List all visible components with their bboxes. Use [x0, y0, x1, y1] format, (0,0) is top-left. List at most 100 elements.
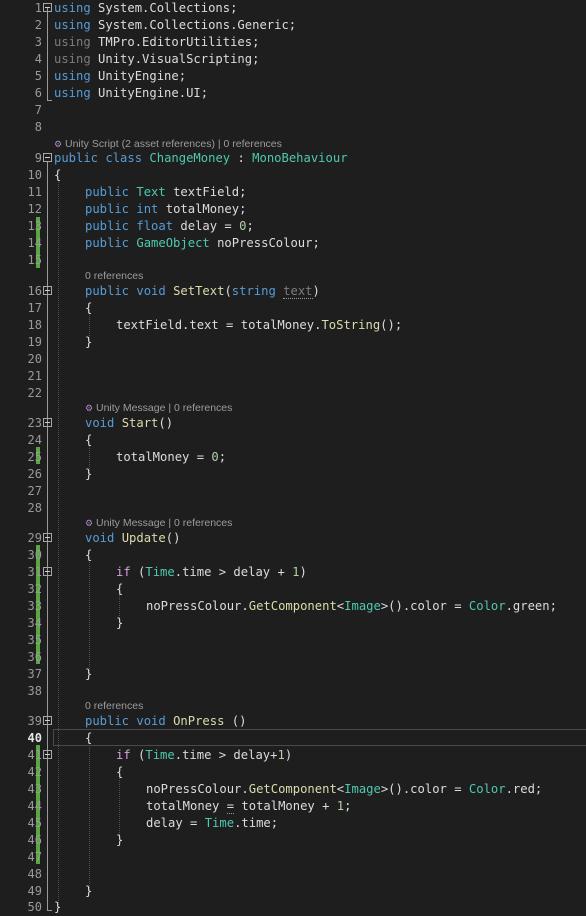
- code-text[interactable]: {: [85, 547, 92, 564]
- code-line[interactable]: 3 using TMPro.EditorUtilities;: [0, 34, 586, 51]
- code-text[interactable]: public Text textField;: [85, 184, 246, 201]
- code-text[interactable]: public void SetText(string text): [85, 283, 320, 300]
- codelens-kind[interactable]: Unity Message: [96, 517, 165, 529]
- code-text[interactable]: using System.Collections;: [54, 0, 237, 17]
- code-text[interactable]: {: [116, 764, 123, 781]
- code-line[interactable]: 8: [0, 119, 586, 136]
- codelens-references[interactable]: 0 references: [174, 402, 232, 414]
- code-text[interactable]: }: [116, 615, 123, 632]
- collapse-icon[interactable]: [43, 567, 52, 576]
- codelens-update[interactable]: ⚙ Unity Message | 0 references: [85, 516, 232, 531]
- code-line[interactable]: 36: [0, 649, 586, 666]
- collapse-icon[interactable]: [43, 750, 52, 759]
- code-line[interactable]: 19}: [0, 334, 586, 351]
- code-line[interactable]: 4 using Unity.VisualScripting;: [0, 51, 586, 68]
- codelens-start[interactable]: ⚙ Unity Message | 0 references: [85, 401, 232, 416]
- code-text[interactable]: public float delay = 0;: [85, 218, 254, 235]
- code-line[interactable]: 41 if (Time.time > delay+1): [0, 747, 586, 764]
- code-line[interactable]: 25 totalMoney = 0;: [0, 449, 586, 466]
- code-text[interactable]: {: [85, 730, 92, 747]
- code-line[interactable]: 43 noPressColour.GetComponent<Image>().co…: [0, 781, 586, 798]
- code-line[interactable]: 12 public int totalMoney;: [0, 201, 586, 218]
- code-line[interactable]: 28: [0, 500, 586, 517]
- code-line[interactable]: 32 {: [0, 581, 586, 598]
- code-line[interactable]: 20: [0, 351, 586, 368]
- code-line[interactable]: 6 using UnityEngine.UI;: [0, 85, 586, 102]
- collapse-icon[interactable]: [43, 533, 52, 542]
- code-line[interactable]: 15: [0, 252, 586, 269]
- code-text[interactable]: delay = Time.time;: [146, 815, 278, 832]
- code-text[interactable]: {: [54, 167, 61, 184]
- code-text[interactable]: }: [85, 334, 92, 351]
- codelens-references[interactable]: 0 references: [85, 700, 143, 712]
- code-line[interactable]: 46}: [0, 832, 586, 849]
- code-text[interactable]: }: [54, 899, 61, 916]
- code-text[interactable]: }: [85, 466, 92, 483]
- code-line[interactable]: 23 void Start(): [0, 415, 586, 432]
- code-text[interactable]: {: [116, 581, 123, 598]
- code-text[interactable]: using Unity.VisualScripting;: [54, 51, 259, 68]
- code-line[interactable]: 18 textField.text = totalMoney.ToString()…: [0, 317, 586, 334]
- code-line[interactable]: 2 using System.Collections.Generic;: [0, 17, 586, 34]
- code-line[interactable]: 29 void Update(): [0, 530, 586, 547]
- code-text[interactable]: {: [85, 432, 92, 449]
- code-text[interactable]: using TMPro.EditorUtilities;: [54, 34, 259, 51]
- code-line[interactable]: 49}: [0, 883, 586, 900]
- code-line[interactable]: 14 public GameObject noPressColour;: [0, 235, 586, 252]
- code-line[interactable]: 37}: [0, 666, 586, 683]
- codelens-kind[interactable]: Unity Script (2 asset references): [65, 138, 215, 150]
- code-text[interactable]: if (Time.time > delay + 1): [116, 564, 307, 581]
- code-line[interactable]: 9 public class ChangeMoney : MonoBehaviou…: [0, 150, 586, 167]
- collapse-icon[interactable]: [43, 153, 52, 162]
- collapse-icon[interactable]: [43, 3, 52, 12]
- collapse-icon[interactable]: [43, 418, 52, 427]
- code-text[interactable]: }: [85, 666, 92, 683]
- code-editor[interactable]: ⚙ Unity Script (2 asset references) | 0 …: [0, 0, 586, 915]
- code-text[interactable]: }: [85, 883, 92, 900]
- code-line[interactable]: 48: [0, 866, 586, 883]
- code-text[interactable]: noPressColour.GetComponent<Image>().colo…: [146, 598, 557, 615]
- code-text[interactable]: void Update(): [85, 530, 180, 547]
- codelens-references[interactable]: 0 references: [224, 138, 282, 150]
- codelens-references[interactable]: 0 references: [85, 270, 143, 282]
- code-text[interactable]: totalMoney = totalMoney + 1;: [146, 798, 351, 815]
- code-line[interactable]: 34}: [0, 615, 586, 632]
- code-line[interactable]: 1 using System.Collections;: [0, 0, 586, 17]
- codelens-settext[interactable]: 0 references: [85, 269, 143, 284]
- code-line[interactable]: 39 public void OnPress (): [0, 713, 586, 730]
- code-line[interactable]: 5 using UnityEngine;: [0, 68, 586, 85]
- code-line[interactable]: 42 {: [0, 764, 586, 781]
- code-line[interactable]: 50}: [0, 899, 586, 916]
- code-line[interactable]: 30 {: [0, 547, 586, 564]
- code-line[interactable]: 13 public float delay = 0;: [0, 218, 586, 235]
- collapse-icon[interactable]: [43, 716, 52, 725]
- code-line[interactable]: 47: [0, 849, 586, 866]
- code-text[interactable]: public GameObject noPressColour;: [85, 235, 320, 252]
- code-text[interactable]: using UnityEngine;: [54, 68, 186, 85]
- collapse-icon[interactable]: [43, 286, 52, 295]
- code-line[interactable]: 31 if (Time.time > delay + 1): [0, 564, 586, 581]
- code-text[interactable]: public int totalMoney;: [85, 201, 246, 218]
- code-text[interactable]: }: [116, 832, 123, 849]
- code-line[interactable]: 35: [0, 632, 586, 649]
- code-line[interactable]: 38: [0, 683, 586, 700]
- code-text[interactable]: noPressColour.GetComponent<Image>().colo…: [146, 781, 542, 798]
- codelens-onpress[interactable]: 0 references: [85, 699, 143, 714]
- code-line[interactable]: 17 {: [0, 300, 586, 317]
- code-text[interactable]: public void OnPress (): [85, 713, 246, 730]
- code-line[interactable]: 44 totalMoney = totalMoney + 1;: [0, 798, 586, 815]
- code-line[interactable]: 27: [0, 483, 586, 500]
- code-line[interactable]: 45 delay = Time.time;: [0, 815, 586, 832]
- code-line[interactable]: 26}: [0, 466, 586, 483]
- code-line[interactable]: 33 noPressColour.GetComponent<Image>().co…: [0, 598, 586, 615]
- codelens-kind[interactable]: Unity Message: [96, 402, 165, 414]
- code-text[interactable]: void Start(): [85, 415, 173, 432]
- codelens-references[interactable]: 0 references: [174, 517, 232, 529]
- code-text[interactable]: textField.text = totalMoney.ToString();: [116, 317, 402, 334]
- code-text[interactable]: using System.Collections.Generic;: [54, 17, 296, 34]
- code-line[interactable]: 10 {: [0, 167, 586, 184]
- code-text[interactable]: {: [85, 300, 92, 317]
- code-line[interactable]: 24 {: [0, 432, 586, 449]
- code-line[interactable]: 7: [0, 102, 586, 119]
- code-text[interactable]: totalMoney = 0;: [116, 449, 226, 466]
